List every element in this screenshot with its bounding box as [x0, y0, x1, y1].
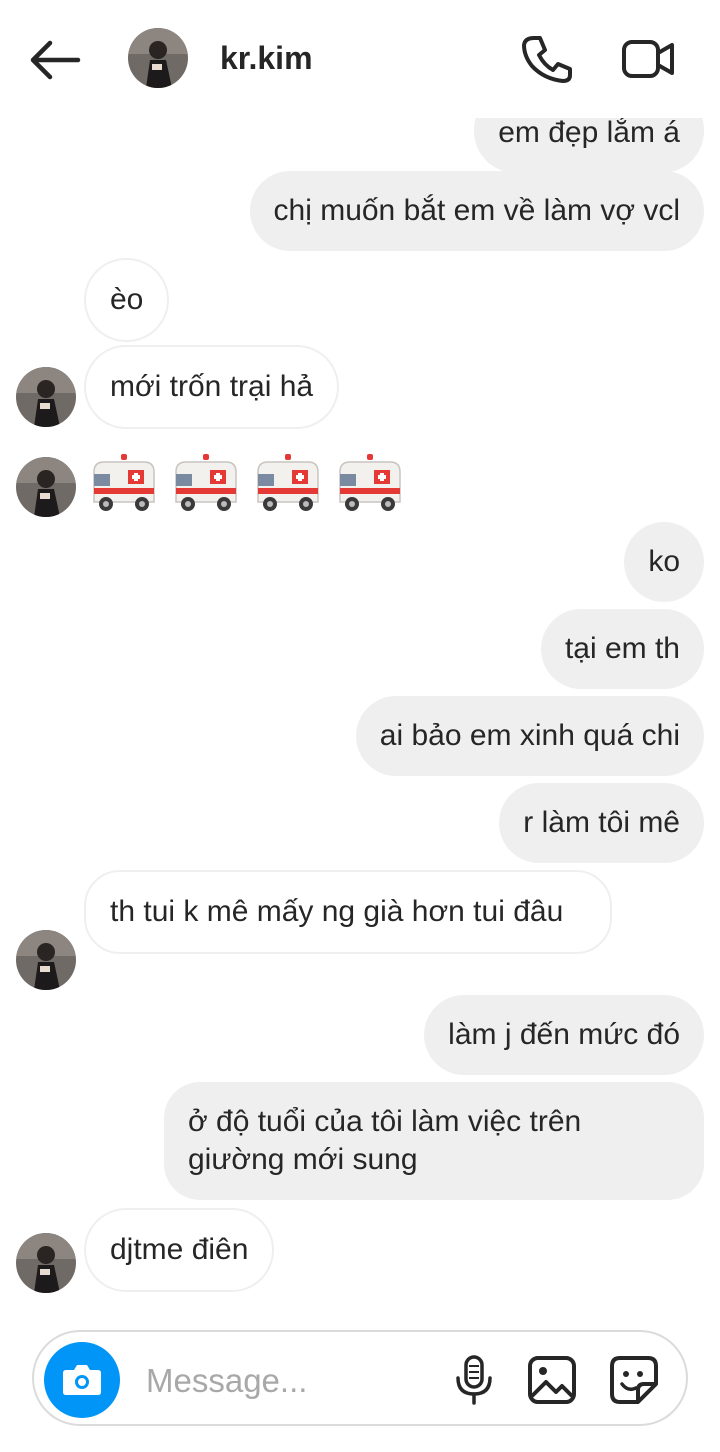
sticker-icon[interactable]: [608, 1354, 660, 1406]
message-incoming[interactable]: th tui k mê mấy ng già hơn tui đâu: [84, 870, 612, 954]
sender-avatar[interactable]: [16, 367, 76, 427]
chat-username[interactable]: kr.kim: [220, 40, 313, 77]
message-outgoing[interactable]: ở độ tuổi của tôi làm việc trên giường m…: [164, 1082, 704, 1200]
message-outgoing[interactable]: tại em th: [540, 609, 704, 689]
ambulance-icon: [175, 454, 237, 511]
message-incoming[interactable]: mới trốn trại hả: [84, 345, 340, 429]
message-thread[interactable]: em đẹp lắm á chị muốn bắt em về làm vợ v…: [0, 0, 720, 1452]
ambulance-icon: [93, 454, 155, 511]
microphone-icon[interactable]: [452, 1354, 496, 1406]
image-icon[interactable]: [526, 1354, 578, 1406]
profile-avatar[interactable]: [128, 28, 188, 88]
message-outgoing[interactable]: r làm tôi mê: [499, 783, 704, 863]
arrow-left-icon[interactable]: [28, 38, 82, 82]
message-incoming[interactable]: djtme điên: [84, 1208, 275, 1292]
sender-avatar[interactable]: [16, 930, 76, 990]
message-outgoing[interactable]: ai bảo em xinh quá chi: [355, 696, 704, 776]
message-emoji[interactable]: 🚑🚑🚑🚑: [88, 452, 406, 516]
message-composer: Message...: [32, 1330, 688, 1426]
ambulance-icon: [257, 454, 319, 511]
sender-avatar[interactable]: [16, 457, 76, 517]
chat-header: kr.kim: [0, 0, 720, 118]
phone-icon[interactable]: [520, 34, 574, 84]
video-camera-icon[interactable]: [620, 36, 676, 82]
message-input[interactable]: Message...: [146, 1362, 307, 1400]
message-outgoing[interactable]: ko: [624, 522, 704, 602]
message-incoming[interactable]: èo: [84, 258, 170, 342]
message-outgoing[interactable]: làm j đến mức đó: [424, 995, 704, 1075]
message-outgoing[interactable]: chị muốn bắt em về làm vợ vcl: [249, 171, 704, 251]
camera-icon[interactable]: [44, 1342, 120, 1418]
sender-avatar[interactable]: [16, 1233, 76, 1293]
ambulance-icon: [339, 454, 401, 511]
